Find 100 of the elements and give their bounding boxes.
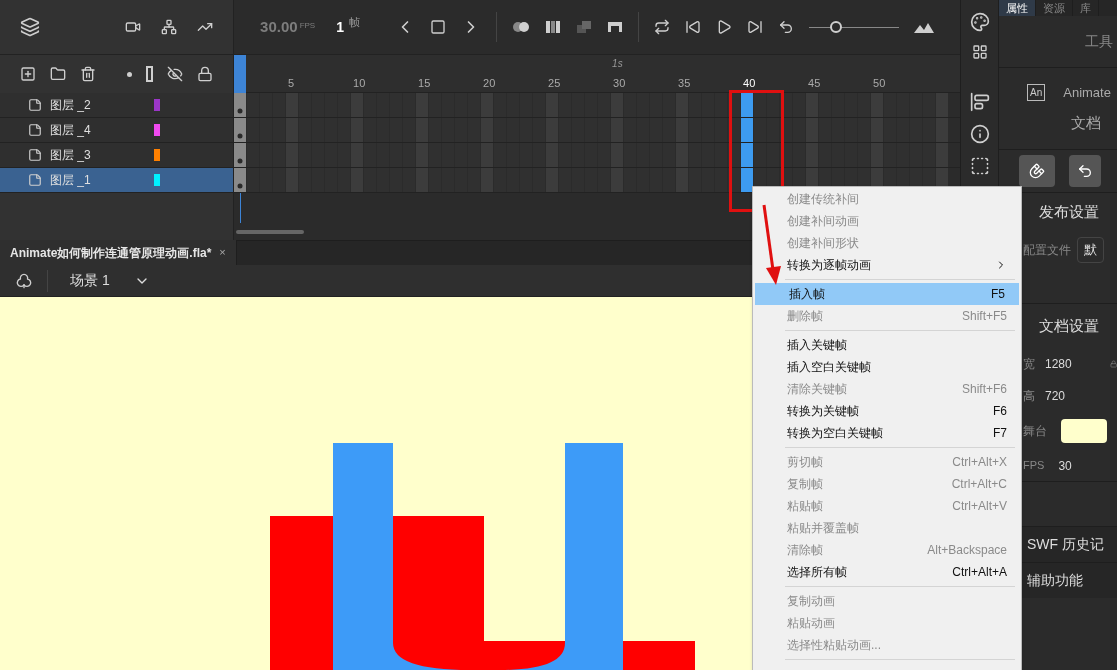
folder-icon[interactable] xyxy=(50,66,66,82)
frame-marker[interactable] xyxy=(286,118,299,142)
keyframe[interactable] xyxy=(234,168,247,192)
frame-marker[interactable] xyxy=(481,143,494,167)
width-field[interactable]: 1280 xyxy=(1045,355,1072,373)
palette-icon[interactable] xyxy=(969,12,990,32)
fps-reading[interactable]: 30.00$^{FPS}$ xyxy=(260,15,316,39)
frame-marker[interactable] xyxy=(611,168,624,192)
layers-icon[interactable] xyxy=(20,17,40,37)
frame-marker[interactable] xyxy=(286,168,299,192)
frame-marker[interactable] xyxy=(871,93,884,117)
rewind-icon[interactable] xyxy=(778,19,794,35)
snap-button[interactable] xyxy=(1019,155,1055,187)
frame-marker[interactable] xyxy=(286,143,299,167)
step-back-icon[interactable] xyxy=(685,19,701,35)
frame-marker[interactable] xyxy=(806,118,819,142)
delete-icon[interactable] xyxy=(80,66,96,82)
frame-marker[interactable] xyxy=(416,93,429,117)
onion-skin-icon[interactable] xyxy=(512,20,530,34)
hide-icon[interactable] xyxy=(167,66,184,82)
panel-tab[interactable]: 资源 xyxy=(1036,0,1073,16)
hierarchy-icon[interactable] xyxy=(161,19,178,35)
frame-marker[interactable] xyxy=(546,143,559,167)
frame-marker[interactable] xyxy=(481,168,494,192)
magnet-icon xyxy=(1029,163,1045,179)
lock-icon[interactable] xyxy=(197,66,214,82)
mountains-icon[interactable] xyxy=(914,21,934,33)
selected-frame[interactable] xyxy=(741,118,754,142)
outline-icon[interactable] xyxy=(146,66,154,82)
frame-marker[interactable] xyxy=(676,143,689,167)
frame-marker[interactable] xyxy=(871,118,884,142)
panel-tab[interactable]: 库 xyxy=(1073,0,1099,16)
selected-frame[interactable] xyxy=(741,143,754,167)
info-icon[interactable] xyxy=(969,124,990,144)
frame-marker[interactable] xyxy=(871,143,884,167)
frame-marker[interactable] xyxy=(286,93,299,117)
frame-marker[interactable] xyxy=(351,118,364,142)
stage-color-swatch[interactable] xyxy=(1061,419,1107,443)
frame-marker[interactable] xyxy=(416,143,429,167)
fps-field[interactable]: 30 xyxy=(1058,456,1072,475)
selected-frame[interactable] xyxy=(741,93,754,117)
frame-marker[interactable] xyxy=(676,118,689,142)
add-layer-icon[interactable] xyxy=(20,66,36,82)
menu-item[interactable]: 插入关键帧 xyxy=(753,334,1021,356)
edit-frames-icon[interactable] xyxy=(545,20,561,34)
menu-item[interactable]: 插入帧 F5 xyxy=(755,283,1019,305)
keyframe[interactable] xyxy=(234,118,247,142)
frame-marker[interactable] xyxy=(611,143,624,167)
swatches-icon[interactable] xyxy=(971,44,988,60)
frame-marker[interactable] xyxy=(481,118,494,142)
frame-marker[interactable] xyxy=(351,93,364,117)
frame-marker[interactable] xyxy=(936,118,949,142)
frame-marker[interactable] xyxy=(481,93,494,117)
paste-icon[interactable] xyxy=(607,20,623,34)
zoom-slider[interactable] xyxy=(809,21,899,33)
playhead[interactable] xyxy=(234,55,247,93)
frame-marker[interactable] xyxy=(936,143,949,167)
scene-name[interactable]: 场景 1 xyxy=(70,270,110,291)
frame-marker[interactable] xyxy=(806,143,819,167)
section-title[interactable]: 发布设置 xyxy=(1039,201,1099,224)
frame-marker[interactable] xyxy=(546,168,559,192)
menu-item[interactable]: 选择所有帧 Ctrl+Alt+A xyxy=(753,561,1021,583)
symbol-icon[interactable] xyxy=(15,272,32,289)
menu-item[interactable]: 转换为逐帧动画 xyxy=(753,254,1021,276)
section-title[interactable]: 文档设置 xyxy=(1039,314,1099,338)
camera-icon[interactable] xyxy=(125,19,142,35)
scrollbar[interactable] xyxy=(236,230,305,234)
height-field[interactable]: 720 xyxy=(1045,387,1066,405)
menu-item[interactable]: 转换为关键帧 F6 xyxy=(753,400,1021,422)
copy-frames-icon[interactable] xyxy=(576,20,592,34)
frame-marker[interactable] xyxy=(611,118,624,142)
align-icon[interactable] xyxy=(969,92,990,112)
frame-marker[interactable] xyxy=(351,143,364,167)
frame-marker[interactable] xyxy=(546,118,559,142)
frame-marker[interactable] xyxy=(546,93,559,117)
guide-button[interactable] xyxy=(1069,155,1101,187)
menu-item[interactable]: 插入空白关键帧 xyxy=(753,356,1021,378)
frame-marker[interactable] xyxy=(676,93,689,117)
loop-icon[interactable] xyxy=(654,19,670,35)
frame-marker[interactable] xyxy=(936,93,949,117)
close-icon[interactable]: × xyxy=(219,244,226,261)
keyframe[interactable] xyxy=(234,143,247,167)
menu-item[interactable]: 转换为空白关键帧 F7 xyxy=(753,422,1021,444)
profile-dropdown[interactable]: 默 xyxy=(1077,237,1104,263)
panel-tab[interactable]: 属性 xyxy=(999,0,1036,16)
play-icon[interactable] xyxy=(716,19,732,35)
frame-marker[interactable] xyxy=(351,168,364,192)
document-tab[interactable]: Animate如何制作连通管原理动画.fla* × xyxy=(0,240,237,265)
step-forward-icon[interactable] xyxy=(747,19,763,35)
layer-row[interactable]: 图层 _1 xyxy=(0,168,234,193)
frame-marker[interactable] xyxy=(416,168,429,192)
frame-marker[interactable] xyxy=(806,93,819,117)
frame-marker[interactable] xyxy=(611,93,624,117)
current-frame[interactable]: 1 xyxy=(336,16,344,38)
frame-marker[interactable] xyxy=(676,168,689,192)
frame-marker[interactable] xyxy=(416,118,429,142)
keyframe-icon[interactable] xyxy=(430,19,446,35)
keyframe[interactable] xyxy=(234,93,247,117)
transform-icon[interactable] xyxy=(969,156,990,176)
selected-frame[interactable] xyxy=(741,168,754,192)
